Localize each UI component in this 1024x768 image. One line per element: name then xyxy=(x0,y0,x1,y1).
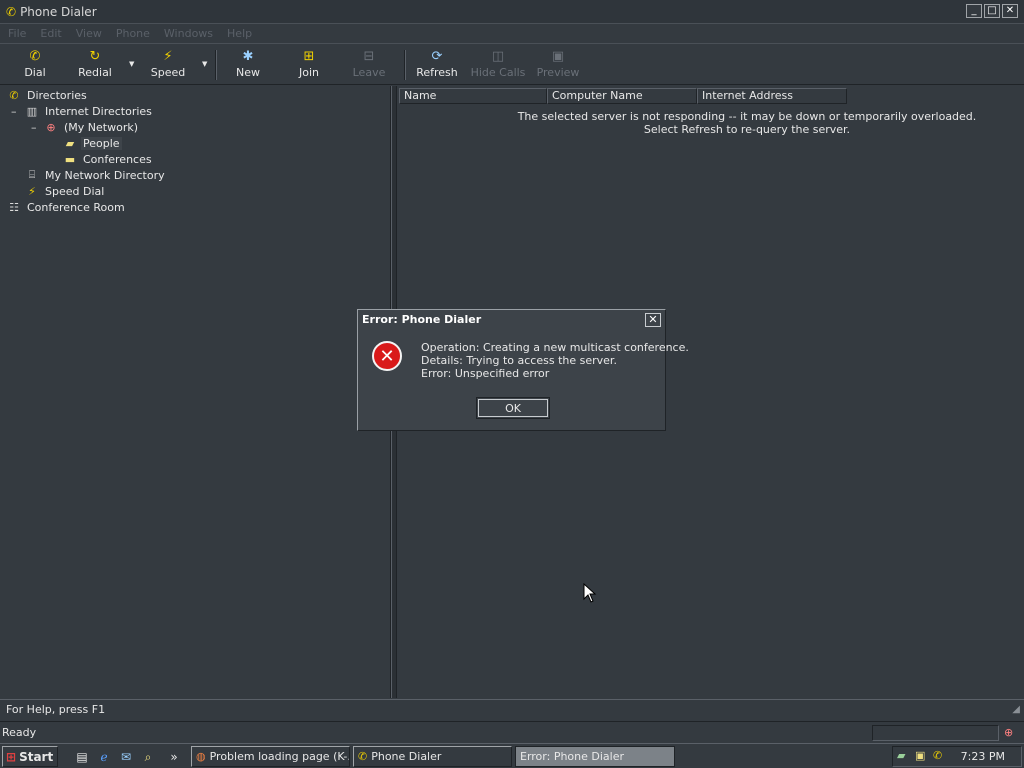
join-icon: ⊞ xyxy=(303,48,315,64)
new-conference-icon: ✱ xyxy=(242,48,254,64)
menu-phone[interactable]: Phone xyxy=(116,27,150,40)
maximize-button[interactable]: □ xyxy=(984,4,1000,18)
preview-button[interactable]: ▣ Preview xyxy=(528,48,588,82)
dialog-error-text: Error: Unspecified error xyxy=(421,367,550,380)
phone-icon: ✆ xyxy=(29,48,41,64)
dialog-title: Error: Phone Dialer xyxy=(359,311,664,329)
dial-button[interactable]: ✆ Dial xyxy=(5,48,65,82)
server-status-message: The selected server is not responding --… xyxy=(397,110,1024,136)
start-button[interactable]: ⊞ Start xyxy=(2,746,58,767)
ready-status-text: Ready xyxy=(2,726,37,739)
collapse-icon[interactable]: – xyxy=(11,105,17,118)
outlook-express-icon[interactable]: ✉ xyxy=(118,749,134,765)
tree-item-directories[interactable]: ✆ Directories xyxy=(6,87,89,103)
close-window-button[interactable]: ✕ xyxy=(1002,4,1018,18)
hide-calls-button[interactable]: ◫ Hide Calls xyxy=(468,48,528,82)
toolbar-separator xyxy=(404,50,406,80)
menu-file[interactable]: File xyxy=(8,27,26,40)
status-field xyxy=(872,725,999,741)
dialog-operation-text: Operation: Creating a new multicast conf… xyxy=(421,341,689,354)
mouse-cursor-icon xyxy=(583,583,597,603)
leave-icon: ⊟ xyxy=(363,48,375,64)
taskbar: ⊞ Start ▤ ℯ ✉ ⌕ » ◍ Problem loading page… xyxy=(0,743,1024,768)
help-status-text: For Help, press F1 xyxy=(6,703,106,716)
tree-item-my-network[interactable]: ⊕ (My Network) xyxy=(43,119,140,135)
window-title: Phone Dialer xyxy=(20,4,97,19)
redial-button[interactable]: ↻ Redial xyxy=(65,48,125,82)
quick-launch-more-icon[interactable]: » xyxy=(166,749,182,765)
task-phone-dialer[interactable]: ✆ Phone Dialer xyxy=(353,746,512,767)
speed-dial-icon: ⚡ xyxy=(163,48,173,64)
resize-grip-icon[interactable]: ◢ xyxy=(1012,704,1020,715)
dialog-details-text: Details: Trying to access the server. xyxy=(421,354,617,367)
window-controls: _ □ ✕ xyxy=(966,4,1018,18)
error-dialog: Error: Phone Dialer ✕ ✕ Operation: Creat… xyxy=(357,309,689,431)
speed-dropdown-arrow[interactable]: ▼ xyxy=(202,60,207,68)
menu-windows[interactable]: Windows xyxy=(164,27,213,40)
tree-item-conferences[interactable]: ▬ Conferences xyxy=(62,151,154,167)
search-icon[interactable]: ⌕ xyxy=(140,749,156,765)
menu-edit[interactable]: Edit xyxy=(40,27,61,40)
join-button[interactable]: ⊞ Join xyxy=(279,48,339,82)
tray-phone-icon[interactable]: ✆ xyxy=(933,749,942,762)
title-bar: ✆ Phone Dialer _ □ ✕ xyxy=(0,0,1024,24)
minimize-button[interactable]: _ xyxy=(966,4,982,18)
network-icon: ⊕ xyxy=(46,120,56,134)
directory-server-icon: ▥ xyxy=(26,104,38,118)
speed-dial-icon: ⚡ xyxy=(28,184,36,198)
toolbar: ✆ Dial ↻ Redial ▼ ⚡ Speed ▼ ✱ New ⊞ Join… xyxy=(0,43,1024,85)
toolbar-separator xyxy=(215,50,217,80)
tree-item-conference-room[interactable]: ☷ Conference Room xyxy=(6,199,127,215)
tree-item-my-network-directory[interactable]: ⌸ My Network Directory xyxy=(24,167,167,183)
directory-tree: ✆ Directories – ▥ Internet Directories –… xyxy=(2,86,391,698)
column-header-name[interactable]: Name xyxy=(399,88,547,104)
windows-logo-icon: ⊞ xyxy=(6,749,17,764)
folder-icon: ▬ xyxy=(64,152,76,166)
network-directory-icon: ⌸ xyxy=(28,168,36,181)
tree-item-people[interactable]: ▰ People xyxy=(62,135,122,151)
system-tray: ▰ ▣ ✆ 7:23 PM xyxy=(892,746,1022,767)
show-desktop-icon[interactable]: ▤ xyxy=(74,749,90,765)
task-error-phone-dialer[interactable]: Error: Phone Dialer xyxy=(515,746,675,767)
task-problem-loading-page[interactable]: ◍ Problem loading page (K-... xyxy=(191,746,350,767)
browser-icon: ◍ xyxy=(196,750,206,763)
app-icon: ✆ xyxy=(6,4,17,19)
tray-monitor-icon[interactable]: ▣ xyxy=(915,749,925,762)
refresh-icon: ⟳ xyxy=(431,48,443,64)
ok-button[interactable]: OK xyxy=(476,397,550,419)
hide-calls-icon: ◫ xyxy=(491,48,505,64)
server-message-line2: Select Refresh to re-query the server. xyxy=(643,123,851,136)
tree-item-speed-dial[interactable]: ⚡ Speed Dial xyxy=(24,183,106,199)
redial-dropdown-arrow[interactable]: ▼ xyxy=(129,60,134,68)
column-header-computer-name[interactable]: Computer Name xyxy=(547,88,697,104)
tree-item-internet-directories[interactable]: ▥ Internet Directories xyxy=(24,103,154,119)
redial-icon: ↻ xyxy=(89,48,101,64)
tray-network-icon[interactable]: ▰ xyxy=(897,749,905,762)
dialog-close-button[interactable]: ✕ xyxy=(645,313,661,327)
collapse-icon[interactable]: – xyxy=(31,121,37,134)
menu-bar: File Edit View Phone Windows Help xyxy=(0,24,1024,42)
menu-view[interactable]: View xyxy=(76,27,102,40)
menu-help[interactable]: Help xyxy=(227,27,252,40)
refresh-button[interactable]: ⟳ Refresh xyxy=(407,48,467,82)
clock[interactable]: 7:23 PM xyxy=(961,750,1005,763)
status-bar: For Help, press F1 ◢ xyxy=(0,699,1024,719)
status-network-icon: ⊕ xyxy=(1004,726,1014,739)
column-header-internet-address[interactable]: Internet Address xyxy=(697,88,847,104)
speed-button[interactable]: ⚡ Speed xyxy=(138,48,198,82)
new-button[interactable]: ✱ New xyxy=(218,48,278,82)
conference-room-icon: ☷ xyxy=(9,200,19,214)
error-icon: ✕ xyxy=(372,341,402,371)
secondary-status-bar: Ready ⊕ xyxy=(0,721,1024,743)
internet-explorer-icon[interactable]: ℯ xyxy=(96,749,112,765)
folder-open-icon: ▰ xyxy=(65,136,75,150)
leave-button[interactable]: ⊟ Leave xyxy=(339,48,399,82)
phone-icon: ✆ xyxy=(358,750,368,763)
phone-icon: ✆ xyxy=(9,88,19,102)
preview-icon: ▣ xyxy=(551,48,565,64)
server-message-line1: The selected server is not responding --… xyxy=(517,110,977,123)
